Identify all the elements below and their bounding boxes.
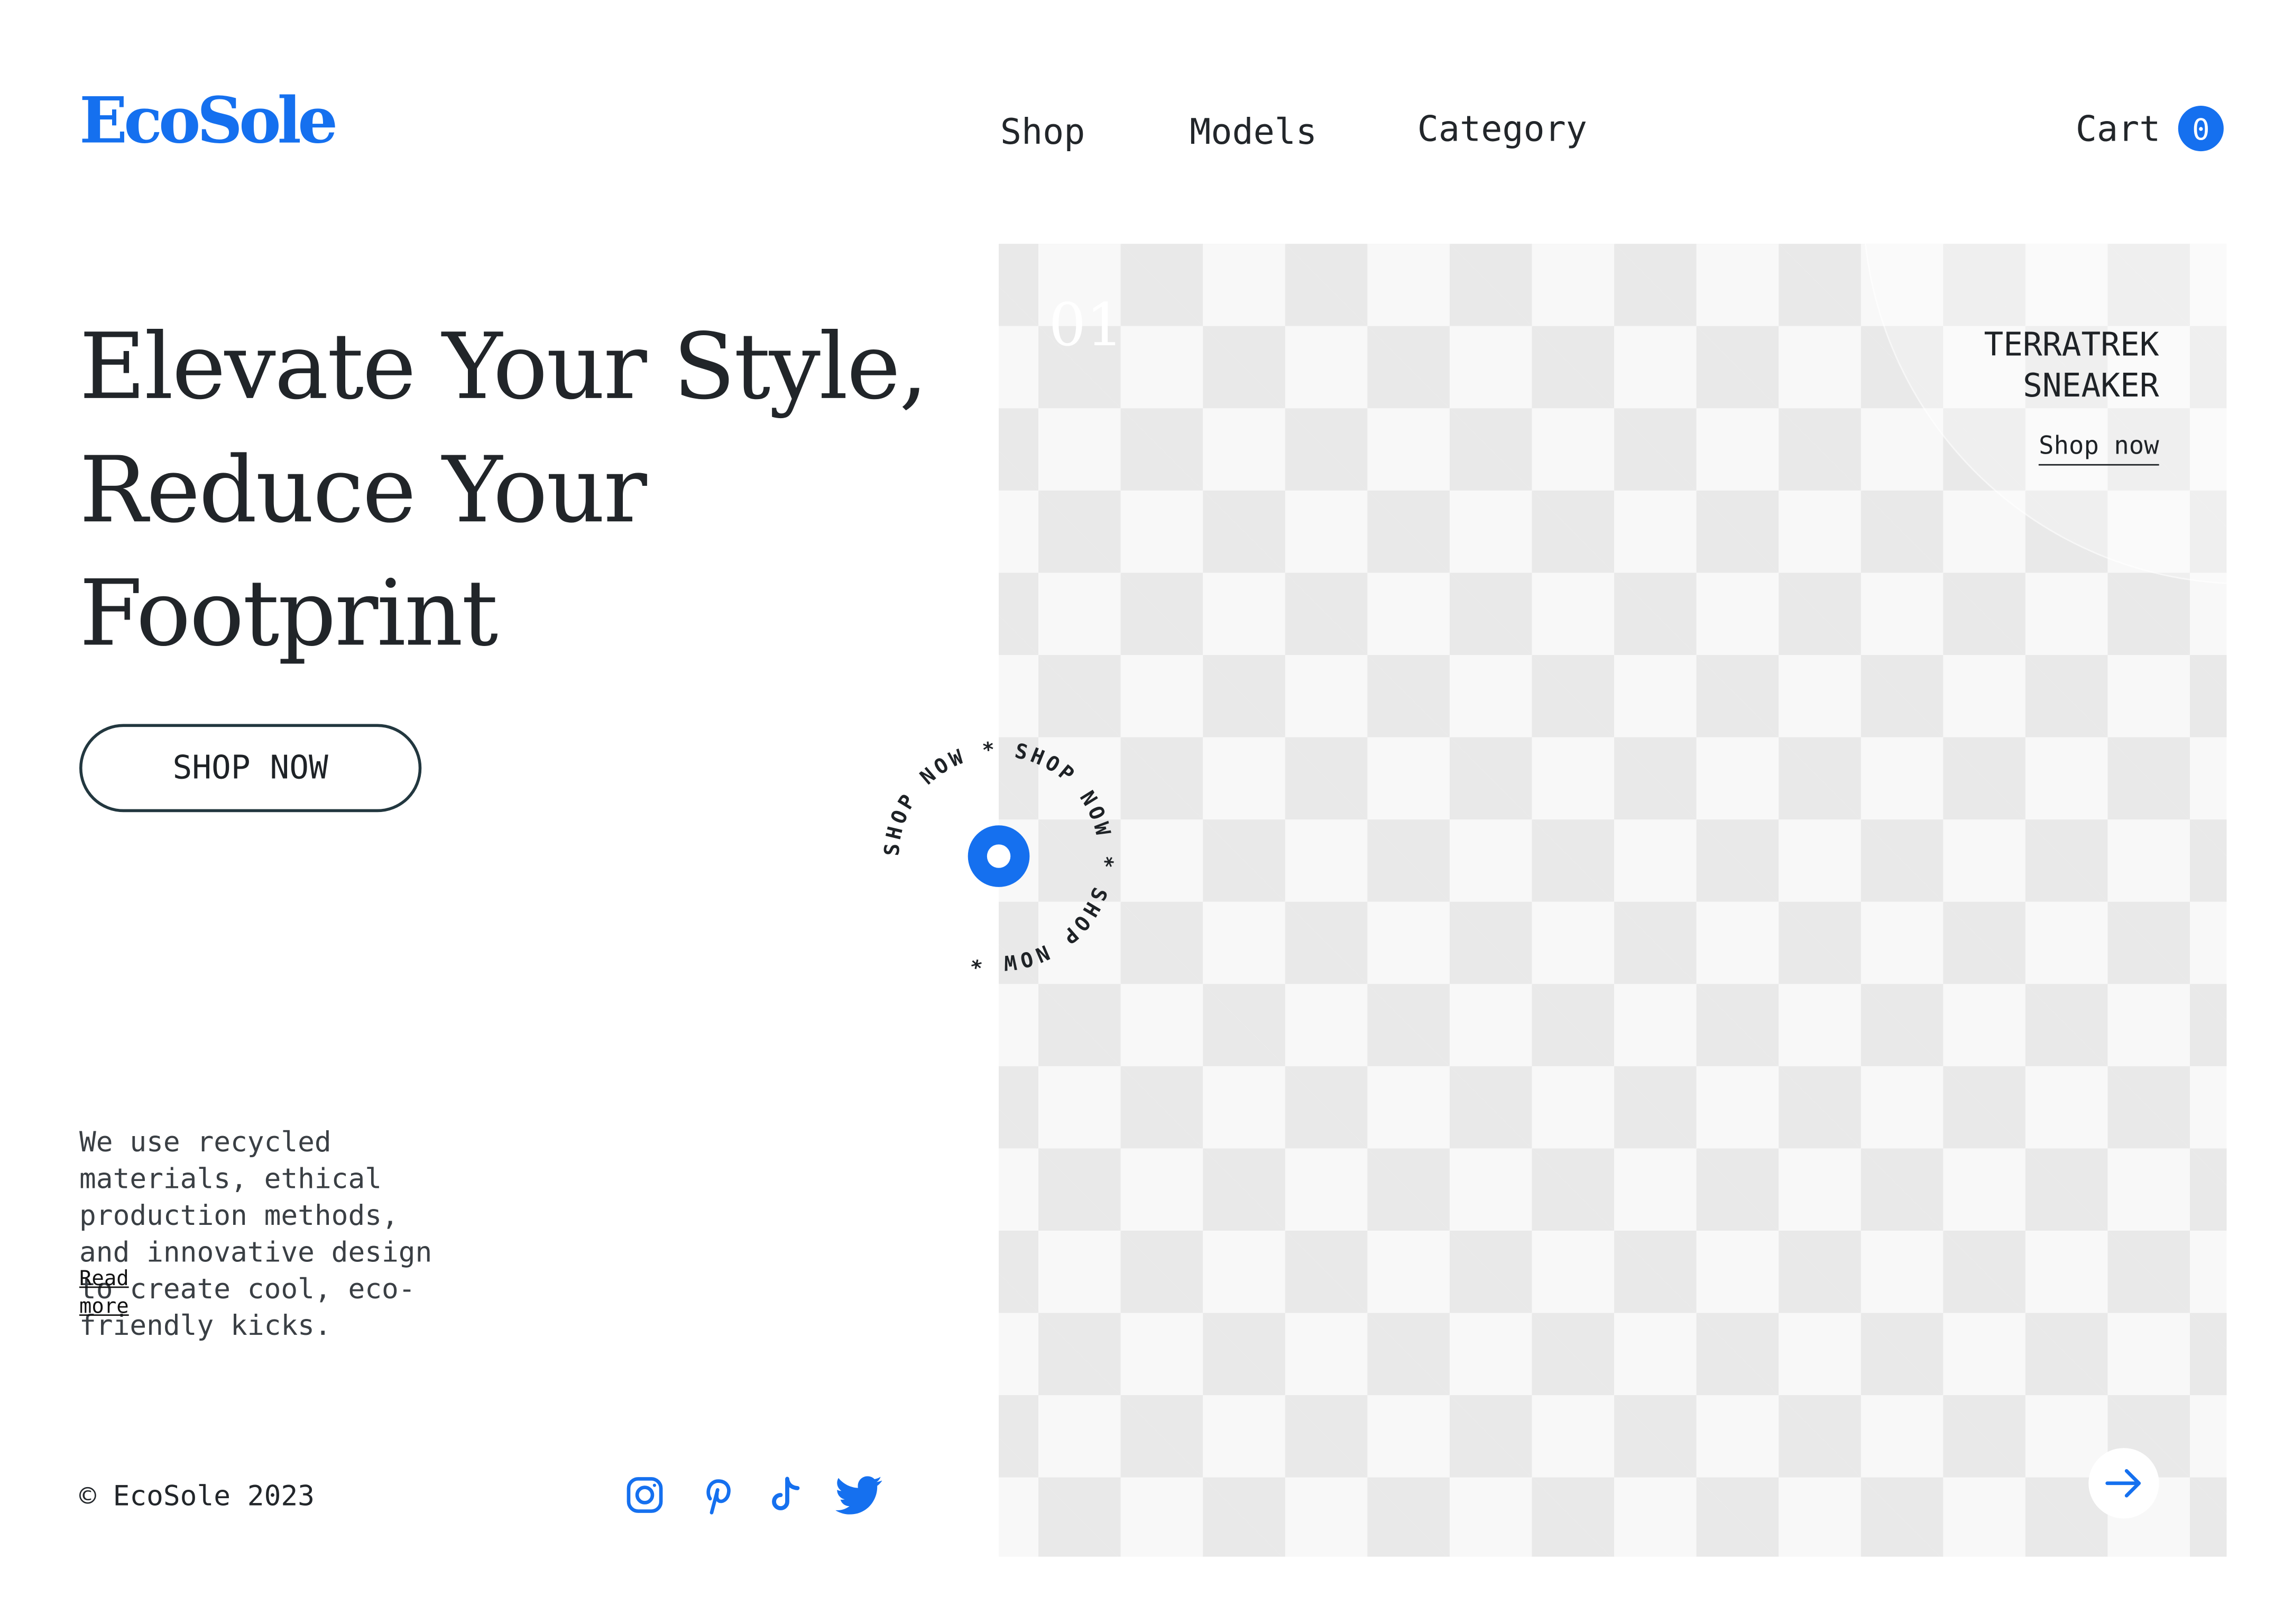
copyright-text: © EcoSole 2023 [79, 1480, 315, 1513]
product-name: TERRATREK SNEAKER [1984, 326, 2159, 409]
pinterest-icon[interactable] [693, 1472, 740, 1519]
nav-category[interactable]: Category [1417, 112, 1587, 147]
instagram-icon[interactable] [621, 1472, 668, 1519]
hero-title: Elevate Your Style, Reduce Your Footprin… [79, 306, 961, 676]
page: EcoSole Shop Models Category Cart 0 Elev… [0, 0, 2284, 1624]
nav-models[interactable]: Models [1190, 115, 1317, 150]
product-showcase: 01 TERRATREK SNEAKER Shop now [999, 244, 2227, 1557]
product-name-line: TERRATREK [1984, 327, 2159, 364]
brand-logo[interactable]: EcoSole [79, 90, 338, 154]
next-slide-button[interactable] [2088, 1448, 2159, 1519]
read-more-link[interactable]: Read more [79, 1266, 153, 1322]
hero-title-line: Elevate Your Style, [79, 312, 928, 420]
cart-button[interactable]: Cart 0 [2075, 106, 2224, 152]
hero-title-line: Footprint [79, 559, 498, 667]
arrow-right-icon [2105, 1469, 2141, 1498]
cart-label: Cart [2075, 108, 2161, 149]
decorative-arc [1862, 244, 2227, 585]
product-shop-link[interactable]: Shop now [2039, 432, 2159, 466]
shop-now-rotating-badge[interactable]: SHOP NOW * SHOP NOW * SHOP NOW * [880, 737, 1116, 975]
product-name-line: SNEAKER [2023, 368, 2159, 405]
shop-now-button[interactable]: SHOP NOW [79, 724, 422, 813]
nav-shop[interactable]: Shop [1000, 115, 1085, 150]
hero-title-line: Reduce Your [79, 436, 647, 543]
twitter-icon[interactable] [835, 1472, 883, 1519]
slide-number: 01 [1048, 292, 1123, 360]
badge-center-hole [987, 844, 1011, 868]
cart-count-badge: 0 [2178, 106, 2224, 152]
tiktok-icon[interactable] [762, 1472, 809, 1519]
